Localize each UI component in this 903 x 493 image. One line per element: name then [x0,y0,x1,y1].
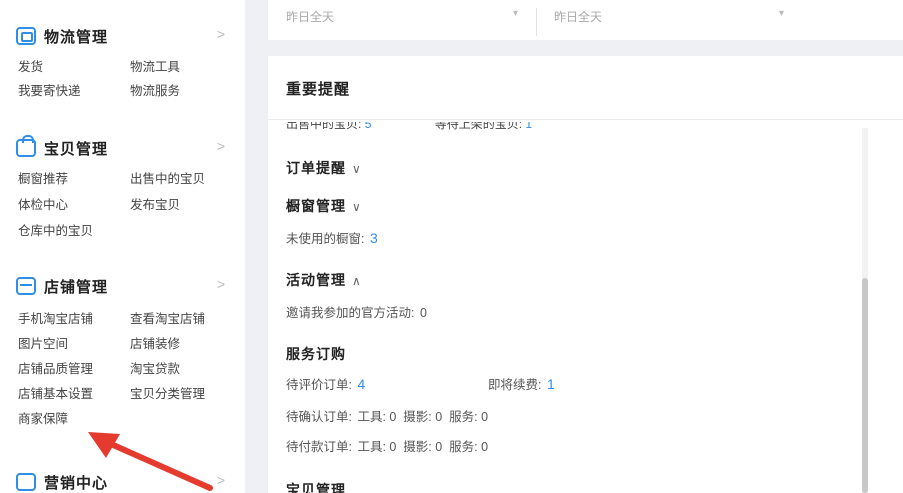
pending-pay-row: 待付款订单: 工具: 0 摄影: 0 服务: 0 [286,436,488,455]
sidebar-link-image-space[interactable]: 图片空间 [18,333,68,352]
chevron-right-icon[interactable]: > [217,26,225,42]
important-reminders-panel: 重要提醒 出售中的宝贝: 5 等待上架的宝贝: 1 订单提醒 ∨ 橱窗管理 ∨ 未使… [268,56,903,493]
date-filter-bar: 昨日全天 ▾ 昨日全天 ▾ [268,0,903,40]
unused-window-label: 未使用的橱窗: [286,232,365,246]
marketing-icon [16,473,36,491]
sidebar-link-quality[interactable]: 店铺品质管理 [18,358,93,377]
divider [536,8,537,36]
sidebar-link-logistics-tools[interactable]: 物流工具 [130,56,180,75]
pending-pay-values: 工具: 0 摄影: 0 服务: 0 [357,440,489,454]
sidebar-group-store-header[interactable]: 店铺管理 [16,274,108,298]
renew-value[interactable]: 1 [547,376,555,392]
sidebar-link-mobile-store[interactable]: 手机淘宝店铺 [18,308,93,327]
sidebar-link-view-store[interactable]: 查看淘宝店铺 [130,308,205,327]
compare-date-select[interactable]: 昨日全天 ▾ [554,8,784,32]
chevron-down-icon: ▾ [512,8,518,19]
sidebar-group-title: 宝贝管理 [44,140,109,158]
sidebar-link-window-recommend[interactable]: 橱窗推荐 [18,168,68,187]
sidebar-link-loan[interactable]: 淘宝贷款 [130,358,180,377]
sidebar-group-title: 物流管理 [44,28,109,46]
section-title: 橱窗管理 [286,198,346,214]
bag-icon [16,135,36,157]
on-sale-label: 出售中的宝贝: [286,122,362,130]
pending-confirm-values: 工具: 0 摄影: 0 服务: 0 [357,410,489,424]
section-title: 宝贝管理 [286,482,346,493]
unused-window-value[interactable]: 3 [370,230,378,246]
invited-activity-value: 0 [419,306,427,320]
sidebar-link-store-decoration[interactable]: 店铺装修 [130,333,180,352]
sidebar-group-products-header[interactable]: 宝贝管理 [16,135,109,160]
compare-date-select-value: 昨日全天 [554,10,603,24]
sidebar-link-send-express[interactable]: 我要寄快递 [18,80,81,99]
panel-scrollbar[interactable] [862,128,868,493]
sidebar-link-merchant-guarantee[interactable]: 商家保障 [18,408,68,427]
chevron-down-icon: ▾ [778,8,784,19]
sidebar-link-on-sale[interactable]: 出售中的宝贝 [130,168,205,187]
chevron-down-icon: ∨ [352,200,362,214]
pending-review-label: 待评价订单: [286,378,352,392]
date-range-select[interactable]: 昨日全天 ▾ [286,8,518,32]
renew-label: 即将续费: [488,378,542,392]
chevron-right-icon[interactable]: > [217,276,225,292]
sidebar-link-ship[interactable]: 发货 [18,56,43,75]
section-title: 订单提醒 [286,160,346,176]
pending-confirm-label: 待确认订单: [286,410,352,424]
cut-off-row: 出售中的宝贝: 5 等待上架的宝贝: 1 [286,122,532,130]
section-partial-next: 宝贝管理 [286,480,346,493]
pending-review-row: 待评价订单: 4 [286,374,365,393]
scrollbar-thumb[interactable] [862,278,868,493]
sidebar-link-basic-settings[interactable]: 店铺基本设置 [18,383,93,402]
annotation-arrow [88,432,213,491]
chevron-down-icon: ∨ [352,162,362,176]
sidebar: 物流管理 > 发货 物流工具 我要寄快递 物流服务 宝贝管理 > 橱窗推荐 出售… [0,0,245,493]
sidebar-link-health-center[interactable]: 体检中心 [18,194,68,213]
section-service-order: 服务订购 [286,344,346,364]
pending-shelf-label: 等待上架的宝贝: [434,122,523,130]
section-order-reminder[interactable]: 订单提醒 ∨ [286,158,362,178]
sidebar-group-logistics-header[interactable]: 物流管理 [16,24,108,48]
section-title: 服务订购 [286,346,346,362]
invited-activity-row: 邀请我参加的官方活动: 0 [286,302,427,321]
section-title: 活动管理 [286,272,346,288]
chevron-right-icon[interactable]: > [217,138,225,154]
truck-icon [16,27,36,45]
store-icon [16,277,36,295]
sidebar-link-warehouse[interactable]: 仓库中的宝贝 [18,220,93,239]
invited-activity-label: 邀请我参加的官方活动: [286,306,415,320]
date-range-select-value: 昨日全天 [286,10,335,24]
sidebar-link-logistics-service[interactable]: 物流服务 [130,80,180,99]
renew-row: 即将续费: 1 [488,374,555,393]
chevron-up-icon: ∧ [352,274,362,288]
pending-confirm-row: 待确认订单: 工具: 0 摄影: 0 服务: 0 [286,406,488,425]
panel-title: 重要提醒 [286,81,351,98]
section-activity-management[interactable]: 活动管理 ∧ [286,270,362,290]
unused-window-row: 未使用的橱窗: 3 [286,228,378,247]
pending-shelf-value[interactable]: 1 [525,122,532,130]
sidebar-group-title: 店铺管理 [44,278,109,296]
pending-review-value[interactable]: 4 [357,376,365,392]
on-sale-value[interactable]: 5 [365,122,372,130]
pending-pay-label: 待付款订单: [286,440,352,454]
sidebar-link-category[interactable]: 宝贝分类管理 [130,383,205,402]
sidebar-link-publish[interactable]: 发布宝贝 [130,194,180,213]
panel-header: 重要提醒 [268,56,903,120]
section-window-management[interactable]: 橱窗管理 ∨ [286,196,362,216]
